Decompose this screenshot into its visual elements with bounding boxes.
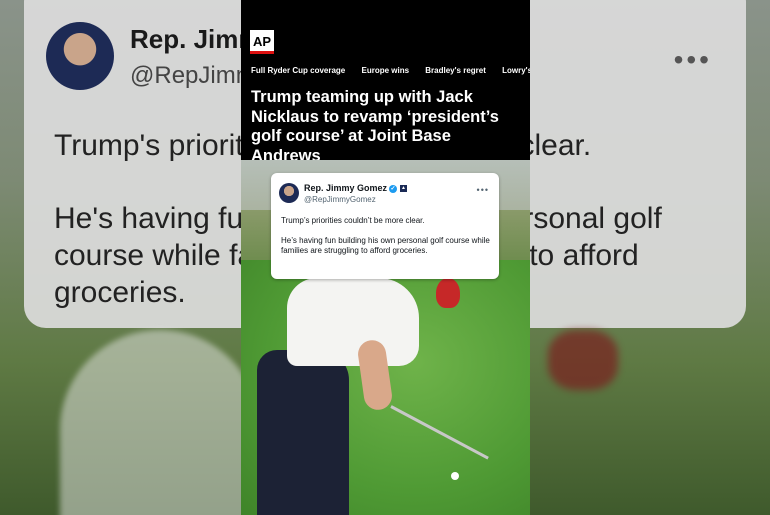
topic-nav: Full Ryder Cup coverage Europe wins Brad… <box>251 66 530 75</box>
tweet-avatar[interactable] <box>279 183 299 203</box>
golfer-pants <box>257 350 349 515</box>
nav-item-europe-wins[interactable]: Europe wins <box>361 66 409 75</box>
golfer-hat <box>436 278 460 308</box>
news-header: AP Full Ryder Cup coverage Europe wins B… <box>241 0 530 165</box>
tweet-paragraph-1: Trump’s priorities couldn’t be more clea… <box>281 216 425 225</box>
embedded-tweet-card[interactable]: Rep. Jimmy Gomez ✓ ▲ @RepJimmyGomez ••• Tr… <box>271 173 499 279</box>
ap-logo: AP <box>250 30 274 54</box>
verified-badge-icon: ✓ <box>389 184 398 193</box>
tweet-paragraph-2: He’s having fun building his own persona… <box>281 235 490 256</box>
tweet-author-name[interactable]: Rep. Jimmy Gomez ✓ ▲ <box>304 183 408 193</box>
golf-ball <box>451 472 459 480</box>
article-headline: Trump teaming up with Jack Nicklaus to r… <box>251 88 499 165</box>
background-golfer-blur <box>60 330 260 515</box>
affiliation-badge-icon: ▲ <box>400 185 408 193</box>
tweet-body: Trump’s priorities couldn’t be more clea… <box>281 216 491 266</box>
nav-item-ryder-cup[interactable]: Full Ryder Cup coverage <box>251 66 345 75</box>
nav-item-lowrys-clinching[interactable]: Lowry's clinching <box>502 66 530 75</box>
tweet-author-handle[interactable]: @RepJimmyGomez <box>304 195 376 204</box>
background-hat-blur <box>548 330 618 390</box>
nav-item-bradleys-regret[interactable]: Bradley's regret <box>425 66 486 75</box>
background-more-icon: ••• <box>673 44 712 75</box>
golfer-shirt <box>287 278 419 366</box>
more-options-icon[interactable]: ••• <box>477 185 489 195</box>
background-avatar <box>46 22 114 90</box>
tweet-author-name-text: Rep. Jimmy Gomez <box>304 183 388 193</box>
